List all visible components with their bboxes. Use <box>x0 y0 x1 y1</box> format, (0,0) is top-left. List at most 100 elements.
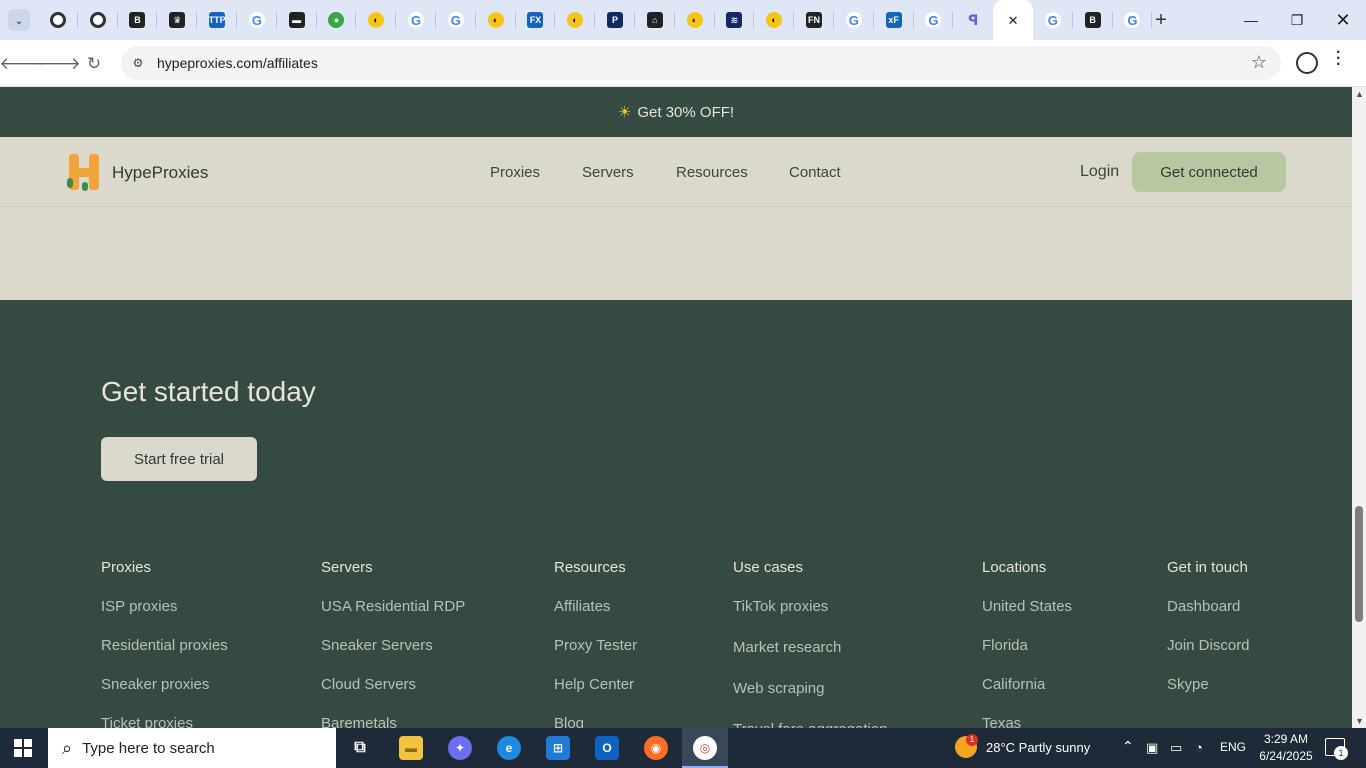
browser-tab[interactable]: FX <box>516 0 556 40</box>
footer-link[interactable]: Florida <box>982 637 1072 676</box>
profile-avatar-icon[interactable] <box>1296 52 1318 74</box>
system-clock[interactable]: 3:29 AM 6/24/2025 <box>1256 731 1316 765</box>
footer-link[interactable]: Residential proxies <box>101 637 228 676</box>
browser-tab[interactable]: ◐ <box>675 0 715 40</box>
close-window-button[interactable]: ✕ <box>1320 0 1366 40</box>
promo-banner[interactable]: ☀ Get 30% OFF! <box>0 87 1352 137</box>
forward-button[interactable]: 🡒 <box>35 52 81 76</box>
p-icon: P <box>607 12 624 28</box>
footer-link[interactable]: USA Residential RDP <box>321 598 465 637</box>
file-explorer-icon[interactable]: ▬ <box>399 736 423 760</box>
footer-link[interactable]: Affiliates <box>554 598 637 637</box>
browser-tab[interactable]: ꟼ <box>953 0 993 40</box>
footer-link[interactable]: Travel fare aggregation <box>733 721 888 728</box>
copilot-icon[interactable]: ✦ <box>448 736 472 760</box>
footer-link[interactable]: Baremetals <box>321 715 465 728</box>
footer-link[interactable]: Skype <box>1167 676 1250 715</box>
get-connected-button[interactable]: Get connected <box>1132 152 1286 192</box>
nav-proxies[interactable]: Proxies <box>490 164 540 181</box>
browser-tab[interactable]: ● <box>317 0 357 40</box>
outlook-icon[interactable]: O <box>595 736 619 760</box>
browser-tab[interactable]: ≋ <box>715 0 755 40</box>
openai-icon: ◎ <box>89 12 106 28</box>
page-scrollbar[interactable]: ▲ ▼ <box>1352 87 1366 728</box>
taskbar-search[interactable]: ⌕ Type here to search <box>48 728 336 768</box>
browser-tab[interactable]: B <box>118 0 158 40</box>
back-button[interactable]: 🡐 <box>0 52 45 76</box>
footer-link[interactable]: Dashboard <box>1167 598 1250 637</box>
browser-tab[interactable]: ◐ <box>555 0 595 40</box>
new-tab-button[interactable]: + <box>1150 9 1172 31</box>
nav-servers[interactable]: Servers <box>582 164 634 181</box>
footer-link[interactable]: Web scraping <box>733 680 888 721</box>
footer-link[interactable]: Texas <box>982 715 1072 728</box>
wifi-icon[interactable]: ◔ <box>1195 740 1203 755</box>
browser-tab[interactable]: ⌂ <box>635 0 675 40</box>
brand-name[interactable]: HypeProxies <box>112 163 208 183</box>
meet-now-icon[interactable]: ▣ <box>1146 740 1158 756</box>
browser-tab[interactable]: G <box>914 0 954 40</box>
browser-tab[interactable]: xF <box>874 0 914 40</box>
minimize-button[interactable]: — <box>1228 0 1274 40</box>
nav-resources[interactable]: Resources <box>676 164 748 181</box>
browser-tab[interactable]: P <box>595 0 635 40</box>
browser-tab[interactable]: FN <box>794 0 834 40</box>
footer-link[interactable]: California <box>982 676 1072 715</box>
browser-tab[interactable]: B <box>1073 0 1113 40</box>
scroll-up-arrow-icon[interactable]: ▲ <box>1355 89 1364 99</box>
browser-tab-active[interactable]: ✕ <box>993 0 1033 40</box>
task-view-icon[interactable]: ⧉ <box>348 736 372 760</box>
url-text[interactable]: hypeproxies.com/affiliates <box>157 55 318 71</box>
microsoft-store-icon[interactable]: ⊞ <box>546 736 570 760</box>
scroll-down-arrow-icon[interactable]: ▼ <box>1355 716 1364 726</box>
battery-icon[interactable]: ▭ <box>1170 740 1182 756</box>
footer-link[interactable]: Blog <box>554 715 637 728</box>
firefox-icon[interactable]: ◉ <box>644 736 668 760</box>
browser-tab[interactable]: ◎ <box>38 0 78 40</box>
nav-contact[interactable]: Contact <box>789 164 841 181</box>
address-bar[interactable]: ⚙ hypeproxies.com/affiliates ☆ <box>121 46 1281 80</box>
hypeproxies-logo-icon[interactable] <box>66 152 102 192</box>
reload-button[interactable]: ↻ <box>82 52 106 76</box>
footer-link[interactable]: TikTok proxies <box>733 598 888 639</box>
site-info-icon[interactable]: ⚙ <box>129 54 147 72</box>
edge-icon[interactable]: e <box>497 736 521 760</box>
bookmark-star-icon[interactable]: ☆ <box>1251 52 1267 73</box>
windows-start-icon[interactable] <box>14 739 32 757</box>
browser-tab[interactable]: ◐ <box>356 0 396 40</box>
browser-tab[interactable]: G <box>1113 0 1153 40</box>
footer-link[interactable]: Market research <box>733 639 888 680</box>
footer-link[interactable]: Sneaker proxies <box>101 676 228 715</box>
footer-link[interactable]: United States <box>982 598 1072 637</box>
browser-tab[interactable]: G <box>1033 0 1073 40</box>
language-indicator[interactable]: ENG <box>1220 740 1246 754</box>
footer-link[interactable]: ISP proxies <box>101 598 228 637</box>
footer-link[interactable]: Ticket proxies <box>101 715 228 728</box>
close-icon[interactable]: ✕ <box>1005 12 1021 28</box>
restore-button[interactable]: ❐ <box>1274 0 1320 40</box>
chrome-icon[interactable]: ◎ <box>693 736 717 760</box>
browser-tab[interactable]: ◎ <box>78 0 118 40</box>
weather-alert-badge: 1 <box>966 734 978 746</box>
login-link[interactable]: Login <box>1080 163 1119 181</box>
scrollbar-thumb[interactable] <box>1355 506 1363 622</box>
browser-tab[interactable]: ♛ <box>157 0 197 40</box>
browser-tab[interactable]: ◐ <box>476 0 516 40</box>
browser-tab[interactable]: ▬ <box>277 0 317 40</box>
browser-tab[interactable]: G <box>436 0 476 40</box>
footer-link[interactable]: Help Center <box>554 676 637 715</box>
footer-link[interactable]: Proxy Tester <box>554 637 637 676</box>
footer-link[interactable]: Sneaker Servers <box>321 637 465 676</box>
browser-tab[interactable]: ◐ <box>754 0 794 40</box>
weather-text[interactable]: 28°C Partly sunny <box>986 740 1090 755</box>
browser-tab[interactable]: G <box>834 0 874 40</box>
tab-search-button[interactable]: ⌄ <box>8 9 30 31</box>
browser-tab[interactable]: G <box>237 0 277 40</box>
browser-tab[interactable]: G <box>396 0 436 40</box>
footer-link[interactable]: Join Discord <box>1167 637 1250 676</box>
start-free-trial-button[interactable]: Start free trial <box>101 437 257 481</box>
tray-chevron-up-icon[interactable]: ⌃ <box>1122 738 1134 755</box>
browser-tab[interactable]: TTP <box>197 0 237 40</box>
footer-link[interactable]: Cloud Servers <box>321 676 465 715</box>
browser-menu-icon[interactable]: · · · <box>1336 45 1341 73</box>
